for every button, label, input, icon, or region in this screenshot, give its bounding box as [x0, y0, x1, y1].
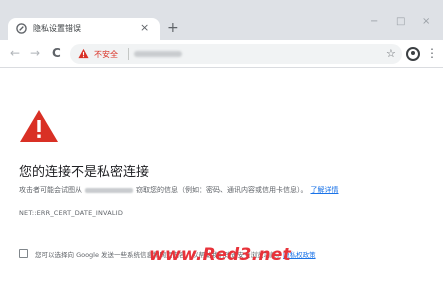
menu-kebab-icon[interactable]: ⋮ — [426, 46, 438, 60]
warning-triangle-icon — [78, 48, 89, 59]
page-title: 您的连接不是私密连接 — [19, 165, 150, 180]
not-secure-label: 不安全 — [94, 50, 118, 59]
browser-toolbar: ← → C 不安全 ☆ ⋮ — [0, 40, 443, 68]
warning-triangle-icon — [20, 110, 58, 142]
address-bar[interactable]: 不安全 ☆ — [70, 44, 402, 64]
new-tab-icon[interactable]: + — [167, 20, 179, 36]
warning-circle-icon — [16, 23, 27, 34]
domain-obscured — [85, 187, 133, 193]
browser-tab[interactable]: 隐私设置错误 × — [8, 18, 160, 40]
back-icon[interactable]: ← — [10, 46, 20, 60]
error-code: NET::ERR_CERT_DATE_INVALID — [19, 209, 124, 217]
error-description: 攻击者可能会试图从 窃取您的信息（例如：密码、通讯内容或信用卡信息）。 了解详情 — [19, 185, 339, 195]
minimize-icon[interactable]: − — [370, 16, 378, 28]
send-report-checkbox[interactable] — [19, 249, 28, 258]
reload-icon[interactable]: C — [52, 46, 61, 60]
description-text-end: 窃取您的信息（例如：密码、通讯内容或信用卡信息）。 — [136, 186, 308, 194]
tab-title: 隐私设置错误 — [33, 24, 81, 33]
window-close-icon[interactable]: × — [422, 16, 430, 28]
maximize-icon[interactable]: □ — [396, 16, 405, 28]
address-separator — [128, 48, 129, 60]
forward-icon[interactable]: → — [30, 46, 40, 60]
description-text-start: 攻击者可能会试图从 — [19, 186, 82, 194]
tab-close-icon[interactable]: × — [140, 21, 149, 35]
learn-more-link[interactable]: 了解详情 — [311, 186, 339, 194]
watermark: www.Red3.net — [149, 245, 292, 265]
url-text-obscured — [134, 51, 182, 57]
browser-titlebar: 隐私设置错误 × + − □ × — [0, 0, 443, 40]
profile-icon[interactable] — [406, 47, 420, 61]
bookmark-star-icon[interactable]: ☆ — [386, 47, 396, 61]
